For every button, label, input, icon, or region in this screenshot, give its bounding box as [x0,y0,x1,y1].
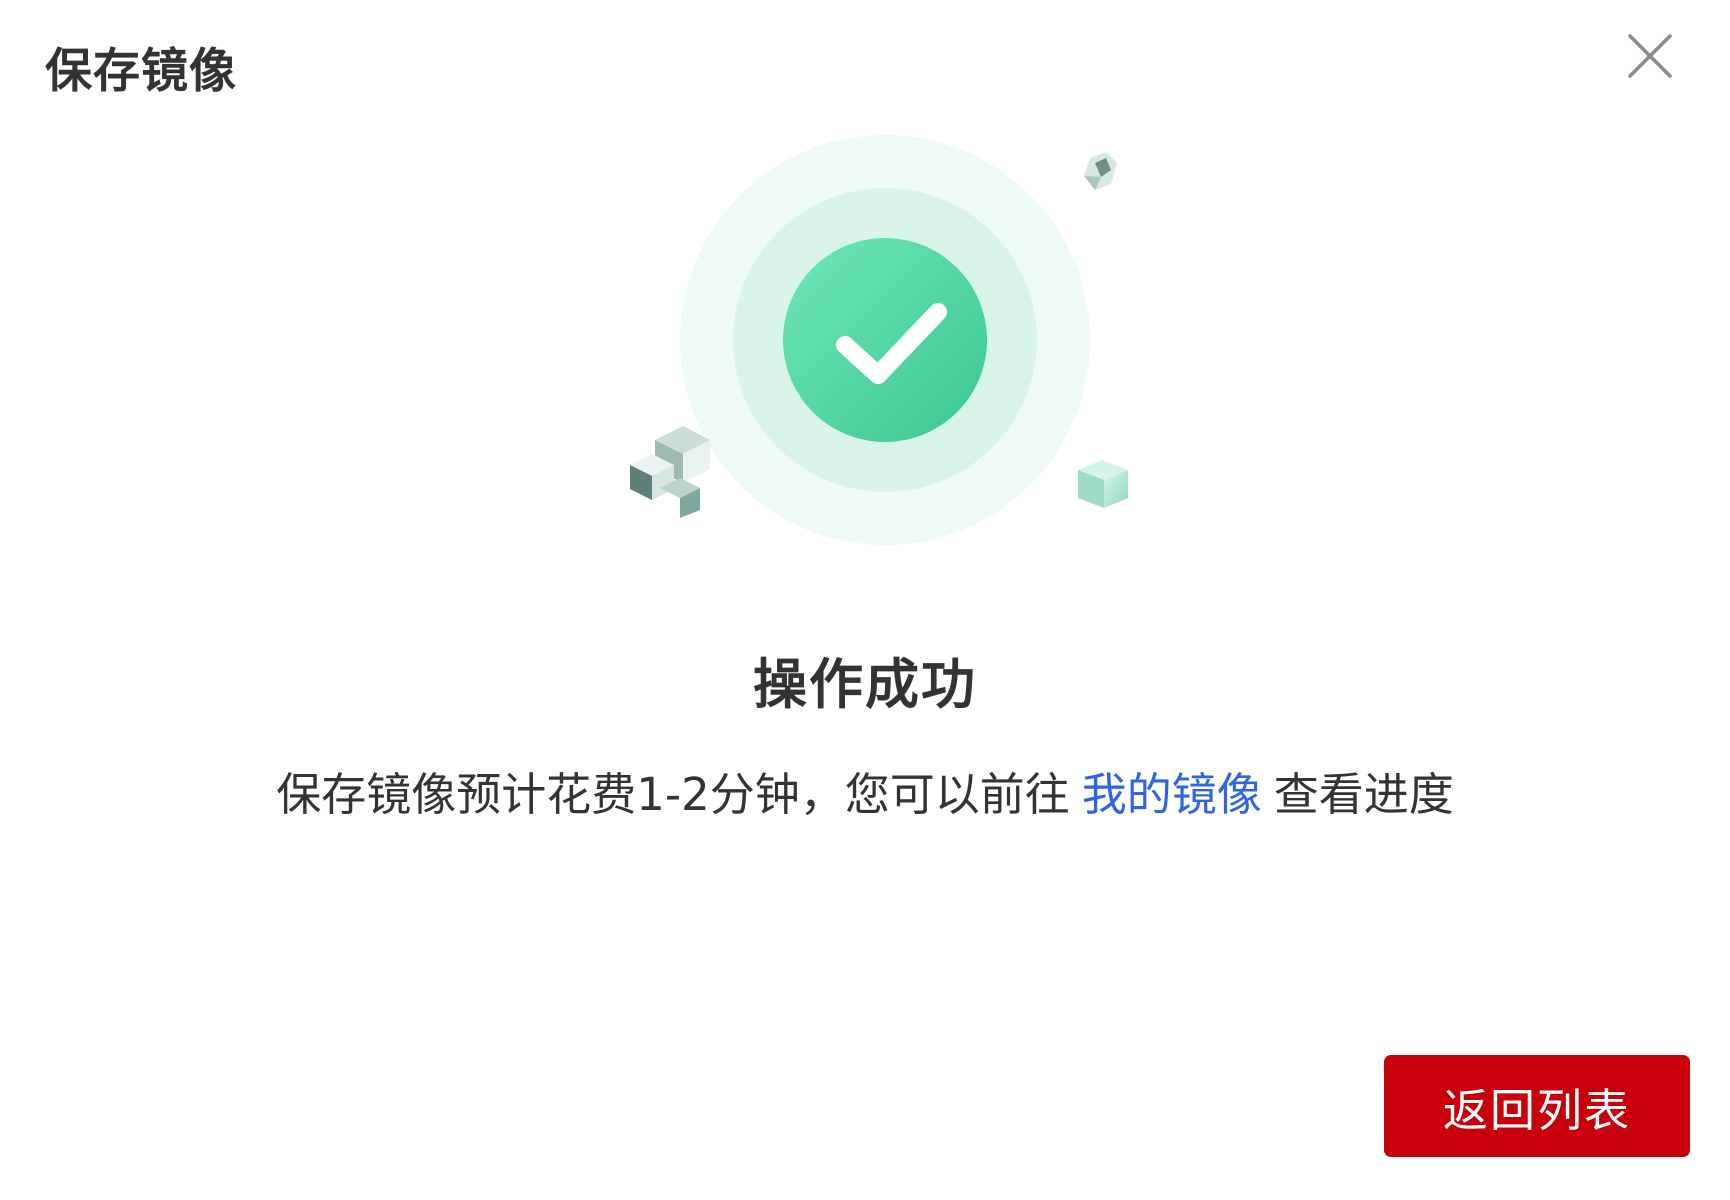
success-check-icon [783,238,987,442]
save-image-dialog: 保存镜像 操作成功 保存镜像预计花费1-2分钟，您可以前往 我的镜像 查看进度 … [0,0,1730,1200]
crystal-decoration-top [1084,152,1117,190]
result-status-title: 操作成功 [753,653,977,716]
description-prefix: 保存镜像预计花费1-2分钟，您可以前往 [276,768,1070,821]
success-illustration [630,135,1128,545]
cube-decoration-left [630,426,710,518]
back-to-list-button[interactable]: 返回列表 [1384,1055,1690,1157]
cube-decoration-right [1078,460,1128,508]
result-description: 保存镜像预计花费1-2分钟，您可以前往 我的镜像 查看进度 [0,758,1730,823]
my-images-link[interactable]: 我的镜像 [1082,768,1262,821]
description-suffix: 查看进度 [1273,768,1454,821]
